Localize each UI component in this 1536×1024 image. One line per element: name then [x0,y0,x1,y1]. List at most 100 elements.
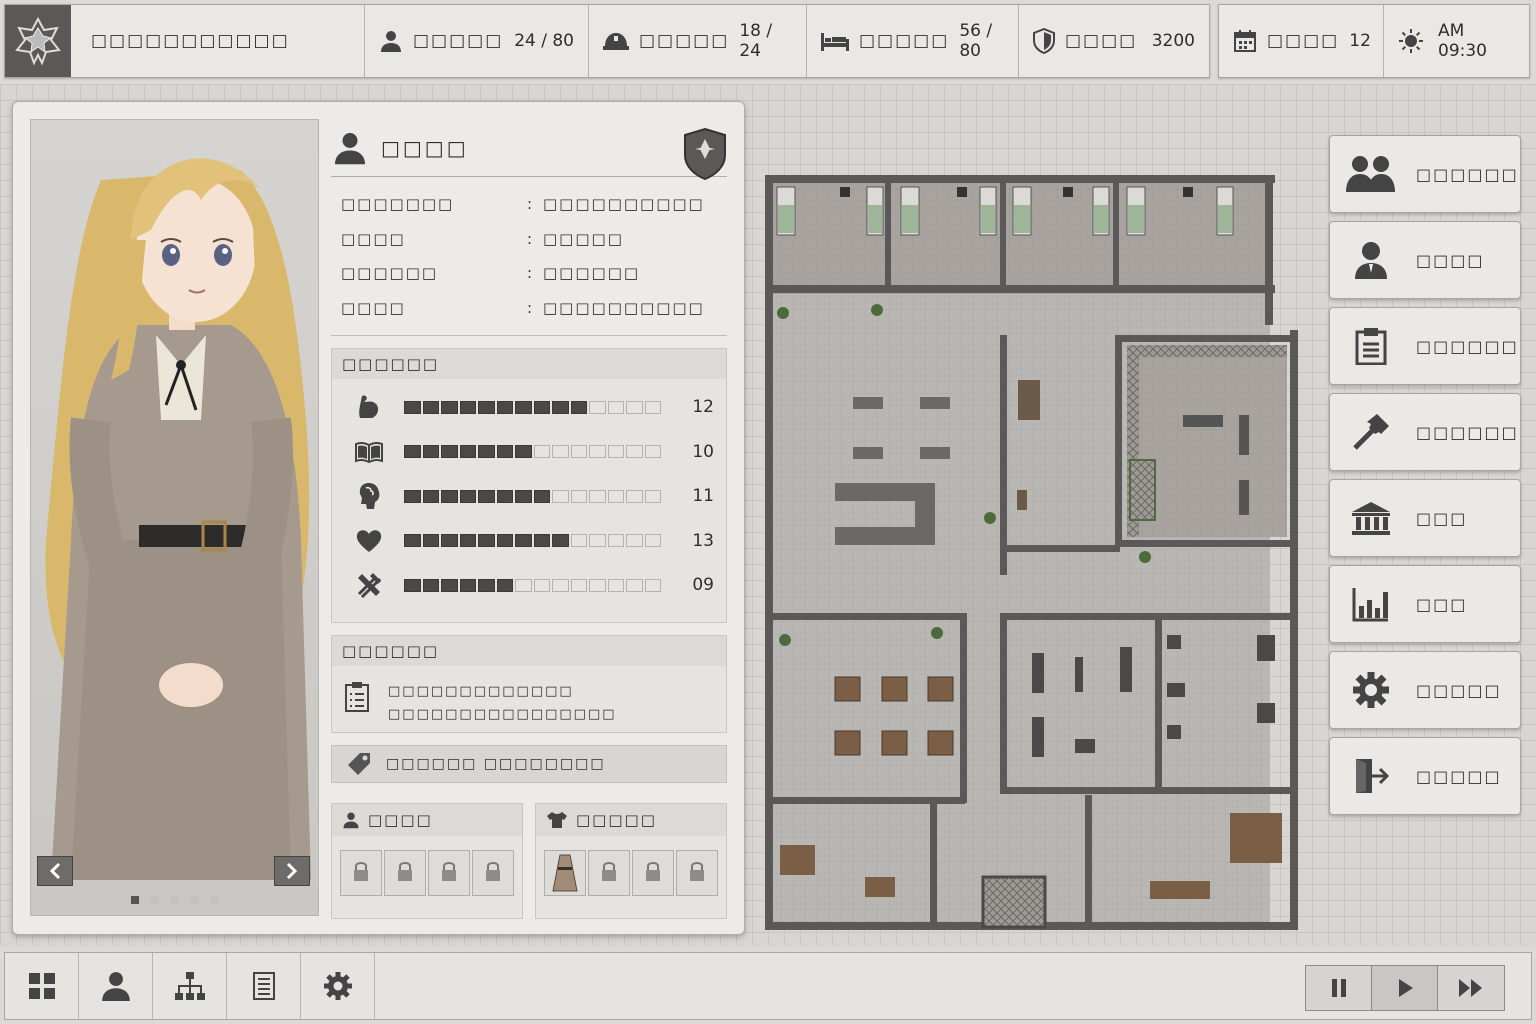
stat-bar-filled-segment [478,445,495,459]
outfit-slot-dress[interactable] [544,850,586,896]
locked-slot[interactable] [340,850,382,896]
stat-bar-filled-segment [533,489,550,503]
stat-bar-empty-segment [570,578,587,592]
stat-bar-filled-segment [441,578,458,592]
stat-bar-filled-segment [422,489,439,503]
stat-bar-filled-segment [478,400,495,414]
top-status-bar: □□□□□□□□□□□ □□□□□ 24 / 80 □□□□□ 18 / 24 … [4,4,1210,78]
heart-icon [352,529,386,553]
stat-value: 09 [692,575,714,596]
character-panel: □□□□ □□□□□□□: □□□□□□□□□□ □□□□: □□□□□ □□□□□… [12,101,745,935]
person-icon [101,972,130,1001]
menu-button-exit[interactable]: □□□□□ [1329,737,1521,815]
stat-row: 12 [332,385,726,430]
character-tag[interactable]: □□□□□□ □□□□□□□□ [331,745,727,783]
dress-icon [552,854,578,892]
hammer-icon [1346,412,1396,452]
stat-bar-filled-segment [441,534,458,548]
characters-button[interactable] [79,953,153,1019]
logo-icon [5,5,71,77]
locked-slot[interactable] [428,850,470,896]
character-name: □□□□ [381,135,469,160]
stat-bar-empty-segment [570,445,587,459]
menu-button-clipboard[interactable]: □□□□□□ [1329,307,1521,385]
exit-icon [1346,757,1396,795]
note-line: □□□□□□□□□□□□□ [388,684,574,699]
next-portrait-button[interactable] [274,856,310,886]
outfit-slots-title: □□□□□ [576,811,657,829]
page-dot[interactable] [151,896,159,904]
exercise-yard[interactable] [1127,345,1287,537]
fast-forward-button[interactable] [1438,966,1504,1010]
stat-bar-empty-segment [552,578,569,592]
stat-bar-filled-segment [404,578,421,592]
stat-bar-filled-segment [570,400,587,414]
menu-button-label: □□□□□ [1416,766,1502,786]
stat-bar-filled-segment [478,534,495,548]
stat-label: □□□□ [1267,31,1340,51]
stat-bar-filled-segment [552,534,569,548]
menu-button-label: □□□□□□ [1416,336,1519,356]
menu-button-hammer[interactable]: □□□□□□ [1329,393,1521,471]
page-dot[interactable] [191,896,199,904]
menu-button-label: □□□ [1416,594,1468,614]
stat-population: □□□□□ 24 / 80 [365,5,589,77]
group-icon [1346,154,1396,194]
menu-button-chart[interactable]: □□□ [1329,565,1521,643]
skill-slots-title: □□□□ [368,811,433,829]
stat-value: 10 [692,441,714,462]
list-icon [252,972,275,1000]
overview-button[interactable] [5,953,79,1019]
stat-value: 18 / 24 [739,21,773,61]
lock-icon [484,860,502,886]
portrait-page-indicator [131,896,219,904]
stat-bar-empty-segment [515,578,532,592]
menu-button-bank[interactable]: □□□ [1329,479,1521,557]
stat-bar-empty-segment [589,534,606,548]
stat-value: 24 / 80 [514,31,574,51]
locked-slot[interactable] [588,850,630,896]
play-button[interactable] [1372,966,1438,1010]
tag-text: □□□□□□ □□□□□□□□ [386,756,606,772]
stat-value: 13 [692,530,714,551]
stat-row: 13 [332,519,726,564]
menu-button-person[interactable]: □□□□ [1329,221,1521,299]
stat-bar-empty-segment [644,578,661,592]
stat-beds: □□□□□ 56 / 80 [807,5,1019,77]
locked-slot[interactable] [384,850,426,896]
stats-header: □□□□□□ [332,349,726,379]
stat-bar-empty-segment [533,445,550,459]
locked-slot[interactable] [632,850,674,896]
page-dot[interactable] [131,896,139,904]
tag-icon [348,753,370,775]
character-illustration [45,158,311,880]
stat-bar-filled-segment [459,534,476,548]
prev-portrait-button[interactable] [37,856,73,886]
lock-icon [396,860,414,886]
skill-slots: □□□□ [331,803,523,919]
stat-bar-filled-segment [496,534,513,548]
stat-bar-filled-segment [404,534,421,548]
log-button[interactable] [227,953,301,1019]
page-dot[interactable] [171,896,179,904]
locked-slot[interactable] [472,850,514,896]
locked-slot[interactable] [676,850,718,896]
menu-button-group[interactable]: □□□□□□ [1329,135,1521,213]
stat-bar-filled-segment [552,400,569,414]
note-content: □□□□□□□□□□□□□ □□□□□□□□□□□□□□□□ [332,666,726,740]
stat-bar-filled-segment [422,534,439,548]
game-title: □□□□□□□□□□□ [71,5,365,77]
person-icon [1346,241,1396,279]
character-name-row: □□□□ [331,119,727,181]
stat-bar-empty-segment [533,578,550,592]
stat-bar-filled-segment [459,445,476,459]
organization-button[interactable] [153,953,227,1019]
pause-button[interactable] [1306,966,1372,1010]
settings-button[interactable] [301,953,375,1019]
page-dot[interactable] [211,896,219,904]
clipboard-icon [1346,327,1396,365]
character-details: □□□□□□□: □□□□□□□□□□ □□□□: □□□□□ □□□□□□: □□□… [331,177,727,336]
menu-button-gear[interactable]: □□□□□ [1329,651,1521,729]
play-icon [1398,979,1413,997]
facility-floor-plan[interactable] [745,165,1305,935]
